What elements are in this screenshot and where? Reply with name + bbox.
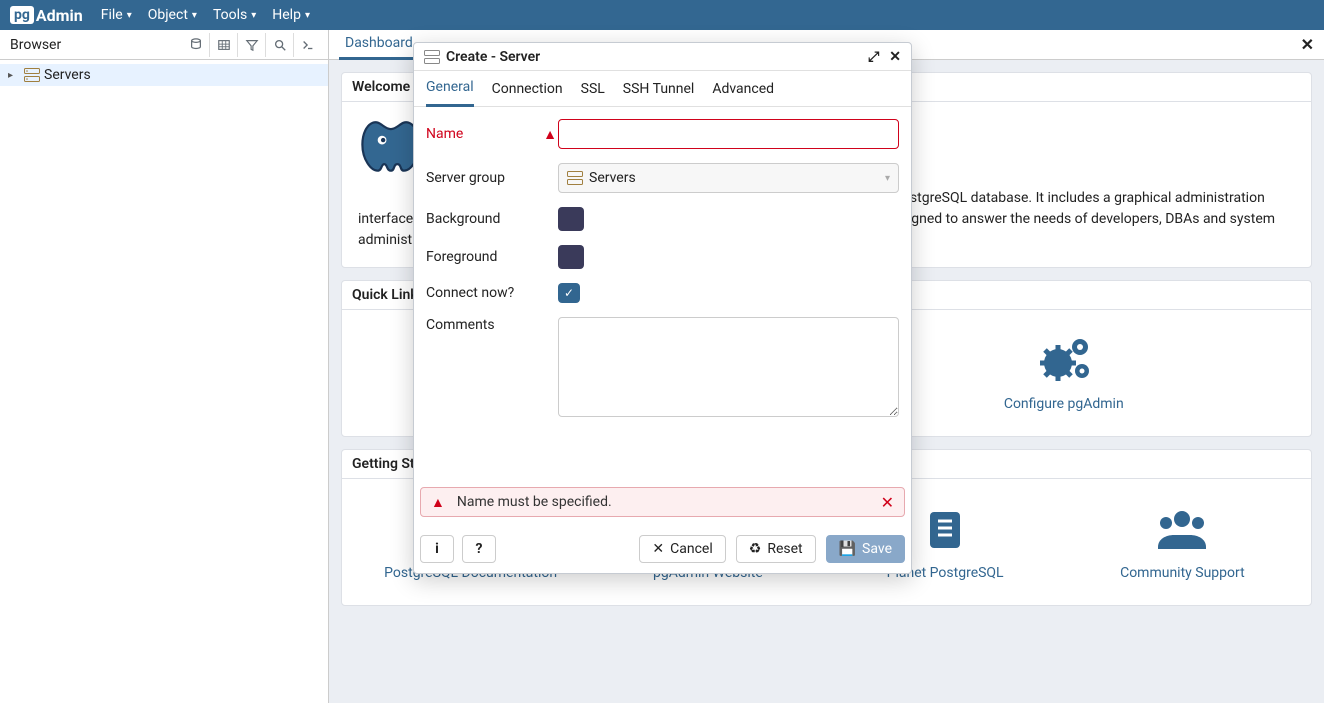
save-floppy-icon: 💾 (839, 541, 856, 557)
name-label: Name (426, 126, 542, 142)
menu-help[interactable]: Help▾ (272, 7, 310, 23)
top-menubar: pg Admin File▾ Object▾ Tools▾ Help▾ (0, 0, 1324, 30)
quick-link-configure[interactable]: Configure pgAdmin (945, 330, 1182, 412)
connect-now-label: Connect now? (426, 285, 542, 301)
chevron-down-icon: ▾ (885, 173, 890, 184)
error-bar: ▲ Name must be specified. ✕ (420, 487, 905, 517)
dialog-tab-ssl[interactable]: SSL (581, 71, 605, 107)
dialog-title: Create - Server (446, 49, 540, 65)
gs-label: Community Support (1064, 565, 1301, 581)
tree-node-label: Servers (44, 67, 91, 83)
servers-icon (24, 68, 40, 82)
browser-title: Browser (10, 37, 61, 53)
search-icon[interactable] (266, 33, 294, 57)
background-label: Background (426, 211, 542, 227)
users-icon (1064, 499, 1301, 559)
psql-icon[interactable] (294, 33, 322, 57)
menu-object[interactable]: Object▾ (148, 7, 197, 23)
dialog-tab-ssh[interactable]: SSH Tunnel (623, 71, 695, 107)
server-icon (424, 50, 440, 64)
warning-triangle-icon: ▲ (431, 494, 445, 511)
tab-dashboard[interactable]: Dashboard (339, 30, 419, 60)
dialog-tab-general[interactable]: General (426, 71, 474, 107)
reset-button[interactable]: ♻Reset (736, 535, 816, 563)
save-button[interactable]: 💾Save (826, 535, 905, 563)
chevron-down-icon: ▾ (305, 10, 310, 21)
help-button[interactable]: ? (462, 535, 496, 563)
cancel-button[interactable]: ✕Cancel (639, 535, 725, 563)
comments-label: Comments (426, 317, 542, 333)
close-icon[interactable]: ✕ (889, 49, 901, 65)
logo-pg: pg (10, 6, 34, 24)
view-data-icon[interactable] (210, 33, 238, 57)
gs-community-support[interactable]: Community Support (1064, 499, 1301, 581)
maximize-icon[interactable]: ⤢ (868, 49, 879, 65)
menu-tools[interactable]: Tools▾ (213, 7, 256, 23)
recycle-icon: ♻ (749, 541, 762, 557)
error-text: Name must be specified. (457, 494, 612, 510)
create-server-dialog: Create - Server ⤢ ✕ General Connection S… (413, 42, 912, 574)
comments-textarea[interactable] (558, 317, 899, 417)
warning-triangle-icon: ▲ (542, 126, 558, 143)
name-input[interactable] (558, 119, 899, 149)
background-color-picker[interactable] (558, 207, 584, 231)
query-tool-icon[interactable] (182, 33, 210, 57)
info-button[interactable]: i (420, 535, 454, 563)
filter-icon[interactable] (238, 33, 266, 57)
close-tab-icon[interactable]: ✕ (1301, 35, 1314, 54)
servers-icon (567, 171, 583, 185)
app-logo: pg Admin (10, 6, 83, 25)
close-icon: ✕ (652, 541, 664, 557)
server-group-value: Servers (589, 170, 636, 186)
logo-admin: Admin (36, 6, 83, 25)
quick-link-label: Configure pgAdmin (945, 396, 1182, 412)
connect-now-toggle[interactable]: ✓ (558, 283, 580, 303)
server-group-label: Server group (426, 170, 542, 186)
dialog-tab-advanced[interactable]: Advanced (712, 71, 774, 107)
tree-node-servers[interactable]: ▸ Servers (0, 64, 328, 86)
foreground-label: Foreground (426, 249, 542, 265)
browser-panel: Browser ▸ Servers (0, 30, 329, 703)
foreground-color-picker[interactable] (558, 245, 584, 269)
menu-file[interactable]: File▾ (101, 7, 132, 23)
dismiss-error-icon[interactable]: ✕ (881, 493, 894, 512)
chevron-down-icon: ▾ (127, 10, 132, 21)
chevron-down-icon: ▾ (251, 10, 256, 21)
caret-right-icon: ▸ (8, 70, 20, 81)
gears-icon (945, 330, 1182, 390)
chevron-down-icon: ▾ (192, 10, 197, 21)
server-group-select[interactable]: Servers ▾ (558, 163, 899, 193)
dialog-tab-connection[interactable]: Connection (492, 71, 563, 107)
